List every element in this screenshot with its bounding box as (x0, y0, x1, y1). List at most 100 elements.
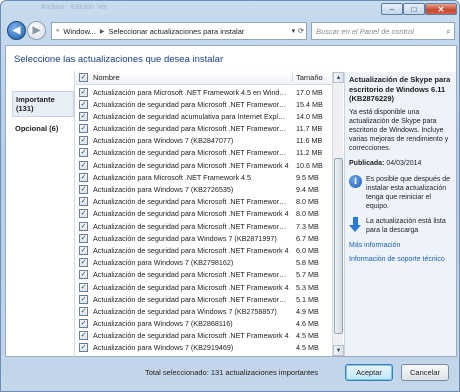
list-scrollbar[interactable]: ▲ ▼ (332, 72, 344, 356)
accept-button[interactable]: Aceptar (345, 364, 393, 381)
cancel-button[interactable]: Cancelar (401, 364, 449, 381)
update-size: 8.0 MB (296, 209, 319, 219)
update-checkbox[interactable]: ✓ (79, 136, 88, 146)
update-row[interactable]: ✓ Actualización de seguridad para Microso… (75, 196, 340, 208)
update-row[interactable]: ✓ Actualización de seguridad para Microso… (75, 220, 340, 232)
update-row[interactable]: ✓ Actualización para Windows 7 (KB2798162… (75, 257, 340, 269)
update-size: 6.0 MB (296, 245, 319, 255)
update-row[interactable]: ✓ Actualización de seguridad para Windows… (75, 305, 340, 317)
published-date: 04/03/2014 (386, 159, 422, 167)
update-row[interactable]: ✓ Actualización de seguridad acumulativa … (75, 110, 340, 122)
footer-bar: Total seleccionado: 131 actualizaciones … (5, 358, 457, 388)
update-checkbox[interactable]: ✓ (79, 258, 88, 268)
update-name: Actualización para Windows 7 (KB2726535) (93, 185, 234, 194)
minimize-button[interactable]: – (381, 3, 403, 15)
check-icon: ✓ (80, 320, 87, 328)
update-rows: ✓ Actualización para Microsoft .NET Frame… (75, 86, 340, 354)
search-icon[interactable]: ⌕ (446, 26, 451, 37)
update-row[interactable]: ✓ Actualización para Windows 7 (KB2847077… (75, 135, 340, 147)
update-row[interactable]: ✓ Actualización de seguridad para Microso… (75, 147, 340, 159)
update-checkbox[interactable]: ✓ (79, 197, 88, 207)
update-row[interactable]: ✓ Actualización de seguridad para Microso… (75, 330, 340, 342)
update-size: 4.5 MB (296, 343, 319, 353)
category-important[interactable]: Importante (131) (12, 91, 74, 117)
page-title: Seleccione las actualizaciones que desea… (14, 54, 224, 65)
more-info-link[interactable]: Más información (349, 241, 452, 250)
update-checkbox[interactable]: ✓ (79, 172, 88, 182)
update-checkbox[interactable]: ✓ (79, 245, 88, 255)
update-row[interactable]: ✓ Actualización de seguridad para Windows… (75, 232, 340, 244)
update-checkbox[interactable]: ✓ (79, 270, 88, 280)
update-row[interactable]: ✓ Actualización para Microsoft .NET Frame… (75, 171, 340, 183)
update-row[interactable]: ✓ Actualización de seguridad para Microso… (75, 208, 340, 220)
scroll-down-icon[interactable]: ▼ (333, 345, 344, 356)
update-name: Actualización de seguridad para Microsof… (93, 245, 289, 255)
info-icon: i (349, 174, 362, 188)
check-icon: ✓ (80, 137, 87, 145)
restart-note-row: i Es posible que después de instalar est… (349, 174, 452, 211)
check-icon: ✓ (80, 173, 87, 181)
update-size: 11.2 MB (296, 148, 323, 158)
update-checkbox[interactable]: ✓ (79, 294, 88, 304)
column-header-size[interactable]: Tamaño (292, 73, 323, 82)
address-bar[interactable]: « Window... ▶ Seleccionar actualizacione… (51, 22, 307, 40)
update-checkbox[interactable]: ✓ (79, 282, 88, 292)
maximize-button[interactable]: □ (403, 3, 425, 15)
cancel-label: Cancelar (409, 368, 440, 377)
chevron-down-icon[interactable]: ▾ (292, 27, 296, 35)
scroll-up-icon[interactable]: ▲ (333, 72, 344, 83)
close-button[interactable]: ✕ (425, 3, 457, 15)
folder-icon: « (56, 28, 60, 34)
update-row[interactable]: ✓ Actualización para Microsoft .NET Frame… (75, 86, 340, 98)
update-checkbox[interactable]: ✓ (79, 331, 88, 341)
update-row[interactable]: ✓ Actualización para Windows 7 (KB2868116… (75, 318, 340, 330)
update-checkbox[interactable]: ✓ (79, 209, 88, 219)
forward-button[interactable]: ▶ (27, 21, 46, 40)
support-info-link[interactable]: Información de soporte técnico (349, 255, 452, 264)
update-name: Actualización para Windows 7 (KB2919469) (93, 343, 234, 353)
category-optional[interactable]: Opcional (6) (12, 121, 74, 136)
check-icon: ✓ (80, 198, 87, 206)
update-row[interactable]: ✓ Actualización de seguridad para Microso… (75, 123, 340, 135)
breadcrumb-item[interactable]: Seleccionar actualizaciones para instala… (108, 27, 244, 36)
update-checkbox[interactable]: ✓ (79, 306, 88, 316)
update-row[interactable]: ✓ Actualización de seguridad para Microso… (75, 293, 340, 305)
check-icon: ✓ (80, 186, 87, 193)
scroll-thumb[interactable] (334, 158, 343, 334)
breadcrumb-item[interactable]: Window... (63, 27, 96, 36)
back-button[interactable]: ◀ (7, 21, 26, 40)
update-row[interactable]: ✓ Actualización para Windows 7 (KB2919469… (75, 342, 340, 354)
update-name: Actualización de seguridad para Microsof… (93, 99, 289, 109)
check-icon: ✓ (80, 88, 87, 96)
check-icon: ✓ (80, 112, 87, 120)
update-checkbox[interactable]: ✓ (79, 99, 88, 109)
check-icon: ✓ (80, 344, 87, 352)
check-icon: ✓ (80, 222, 87, 230)
select-all-checkbox[interactable]: ✓ (79, 73, 88, 82)
update-checkbox[interactable]: ✓ (79, 111, 88, 121)
check-icon: ✓ (80, 149, 87, 157)
details-title: Actualización de Skype para escritorio d… (349, 75, 451, 103)
update-checkbox[interactable]: ✓ (79, 221, 88, 231)
search-input[interactable]: Buscar en el Panel de control ⌕ (311, 22, 455, 40)
update-name: Actualización de seguridad para Microsof… (93, 270, 289, 280)
update-row[interactable]: ✓ Actualización para Windows 7 (KB2726535… (75, 184, 340, 196)
update-checkbox[interactable]: ✓ (79, 343, 88, 353)
restart-note: Es posible que después de instalar esta … (366, 175, 451, 210)
update-checkbox[interactable]: ✓ (79, 319, 88, 329)
update-row[interactable]: ✓ Actualización de seguridad para Microso… (75, 159, 340, 171)
update-row[interactable]: ✓ Actualización de seguridad para Microso… (75, 269, 340, 281)
column-header-name[interactable]: Nombre (93, 73, 120, 82)
update-row[interactable]: ✓ Actualización de seguridad para Microso… (75, 281, 340, 293)
update-checkbox[interactable]: ✓ (79, 233, 88, 243)
update-row[interactable]: ✓ Actualización de seguridad para Microso… (75, 244, 340, 256)
update-row[interactable]: ✓ Actualización de seguridad para Microso… (75, 98, 340, 110)
update-checkbox[interactable]: ✓ (79, 148, 88, 158)
update-checkbox[interactable]: ✓ (79, 124, 88, 134)
arrow-right-icon: ▶ (32, 25, 41, 36)
refresh-icon[interactable]: ⟳ (298, 27, 304, 35)
update-checkbox[interactable]: ✓ (79, 160, 88, 170)
check-icon: ✓ (80, 307, 87, 315)
update-checkbox[interactable]: ✓ (79, 87, 88, 97)
update-checkbox[interactable]: ✓ (79, 185, 88, 194)
